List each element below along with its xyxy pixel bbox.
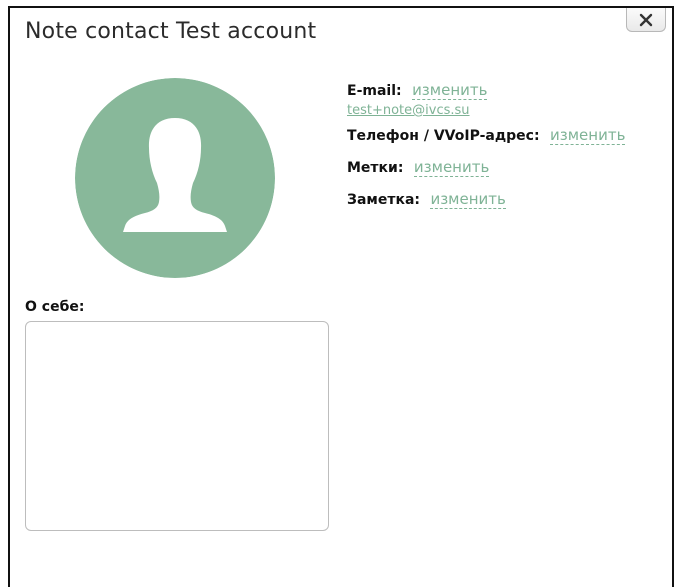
- about-textarea[interactable]: [25, 321, 329, 531]
- close-button[interactable]: [626, 8, 666, 32]
- note-label: Заметка:: [347, 192, 420, 208]
- email-label: E-mail:: [347, 83, 402, 99]
- email-row: E-mail: изменить: [347, 81, 625, 100]
- dialog-title: Note contact Test account: [25, 19, 317, 44]
- close-icon: [639, 13, 653, 26]
- phone-row: Телефон / VVoIP-адрес: изменить: [347, 126, 626, 145]
- avatar: [75, 78, 275, 278]
- about-label: О себе:: [25, 299, 85, 315]
- contact-info: E-mail: изменить test+note@ivcs.su Телеф…: [347, 81, 626, 209]
- phone-label: Телефон / VVoIP-адрес:: [347, 128, 540, 144]
- contact-dialog: Note contact Test account E-mail: измени…: [8, 6, 674, 587]
- tags-change-link[interactable]: изменить: [413, 158, 490, 177]
- note-change-link[interactable]: изменить: [430, 190, 506, 209]
- tags-label: Метки:: [347, 160, 404, 176]
- phone-change-link[interactable]: изменить: [550, 126, 626, 145]
- note-row: Заметка: изменить: [347, 190, 625, 209]
- email-change-link[interactable]: изменить: [412, 81, 488, 100]
- tags-row: Метки: изменить: [347, 158, 625, 177]
- email-value-link[interactable]: test+note@ivcs.su: [347, 103, 470, 118]
- email-value-row: test+note@ivcs.su: [347, 99, 625, 118]
- user-silhouette-icon: [75, 78, 275, 278]
